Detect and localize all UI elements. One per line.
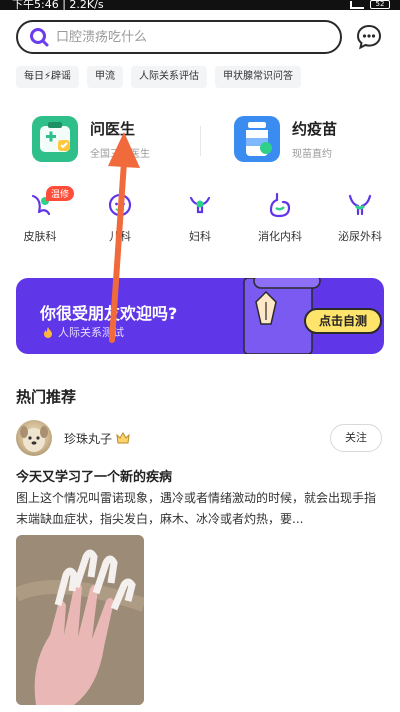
dept-label: 皮肤科 (23, 230, 57, 243)
post-header: 珍珠丸子 (16, 420, 130, 456)
service-subtitle: 全国三甲医生 (90, 149, 150, 160)
dept-label: 泌尿外科 (338, 230, 382, 243)
dept-gynecology[interactable]: 妇科 (160, 190, 240, 244)
child-face-icon (108, 193, 132, 217)
dept-dermatology[interactable]: 皮肤科 温修 (0, 186, 80, 244)
vaccine-bottle-icon (234, 116, 280, 162)
status-time: 下午5:46 | 2.2K/s (12, 0, 104, 10)
search-bar[interactable] (16, 20, 342, 54)
department-grid: 皮肤科 温修 儿科 妇科 消化内科 泌尿外科 (0, 186, 400, 244)
search-icon (28, 26, 50, 48)
status-bar: 下午5:46 | 2.2K/s 52 (0, 0, 400, 10)
dept-gastroenterology[interactable]: 消化内科 (240, 190, 320, 244)
service-subtitle: 现苗直约 (292, 149, 332, 160)
banner-subtitle: 人际关系测试 (42, 324, 124, 340)
author-name[interactable]: 珍珠丸子 (64, 430, 112, 447)
chip-thyroid-qa[interactable]: 甲状腺常识问答 (215, 66, 302, 88)
kidney-icon (348, 194, 372, 216)
flame-icon (44, 327, 52, 338)
relationship-test-banner[interactable]: 你很受朋友欢迎吗? 人际关系测试 点击自测 (16, 278, 384, 354)
dept-pediatrics[interactable]: 儿科 (80, 190, 160, 244)
banner-title: 你很受朋友欢迎吗? (40, 304, 178, 323)
dept-urology[interactable]: 泌尿外科 (320, 190, 400, 244)
stomach-icon (269, 192, 291, 218)
hot-badge: 温修 (46, 186, 75, 201)
dept-label: 儿科 (109, 230, 131, 243)
chip-daily-rumor[interactable]: 每日⚡辟谣 (16, 66, 80, 88)
service-ask-doctor[interactable]: 问医生 全国三甲医生 (32, 116, 150, 162)
hand-photo-icon (16, 535, 144, 705)
divider (200, 126, 201, 156)
dept-label: 妇科 (189, 230, 211, 243)
chip-relationship-test[interactable]: 人际关系评估 (131, 66, 208, 88)
section-title: 热门推荐 (16, 388, 77, 406)
dept-label: 消化内科 (258, 230, 302, 243)
chip-flu[interactable]: 甲流 (87, 66, 124, 88)
service-title: 问医生 (90, 120, 136, 138)
follow-button[interactable]: 关注 (330, 424, 382, 452)
topic-chips: 每日⚡辟谣 甲流 人际关系评估 甲状腺常识问答 (16, 66, 302, 88)
banner-subtitle-text: 人际关系测试 (58, 326, 124, 339)
post-body[interactable]: 图上这个情况叫雷诺现象，遇冷或者情绪激动的时候，就会出现手指末端缺血症状，指尖发… (16, 488, 382, 530)
battery-icon: 52 (370, 0, 390, 9)
chat-bubble-icon (356, 24, 382, 50)
doctor-kit-icon (32, 116, 78, 162)
post-title[interactable]: 今天又学习了一个新的疾病 (16, 466, 172, 485)
avatar[interactable] (16, 420, 52, 456)
service-book-vaccine[interactable]: 约疫苗 现苗直约 (234, 116, 337, 162)
self-test-button[interactable]: 点击自测 (304, 308, 382, 334)
search-input[interactable] (56, 29, 316, 45)
uterus-icon (189, 196, 211, 214)
status-icons: 52 (350, 0, 390, 9)
signal-icon (350, 0, 364, 9)
post-image[interactable] (16, 535, 144, 705)
crown-icon (116, 432, 130, 444)
service-title: 约疫苗 (292, 120, 338, 138)
message-button[interactable] (356, 24, 382, 50)
